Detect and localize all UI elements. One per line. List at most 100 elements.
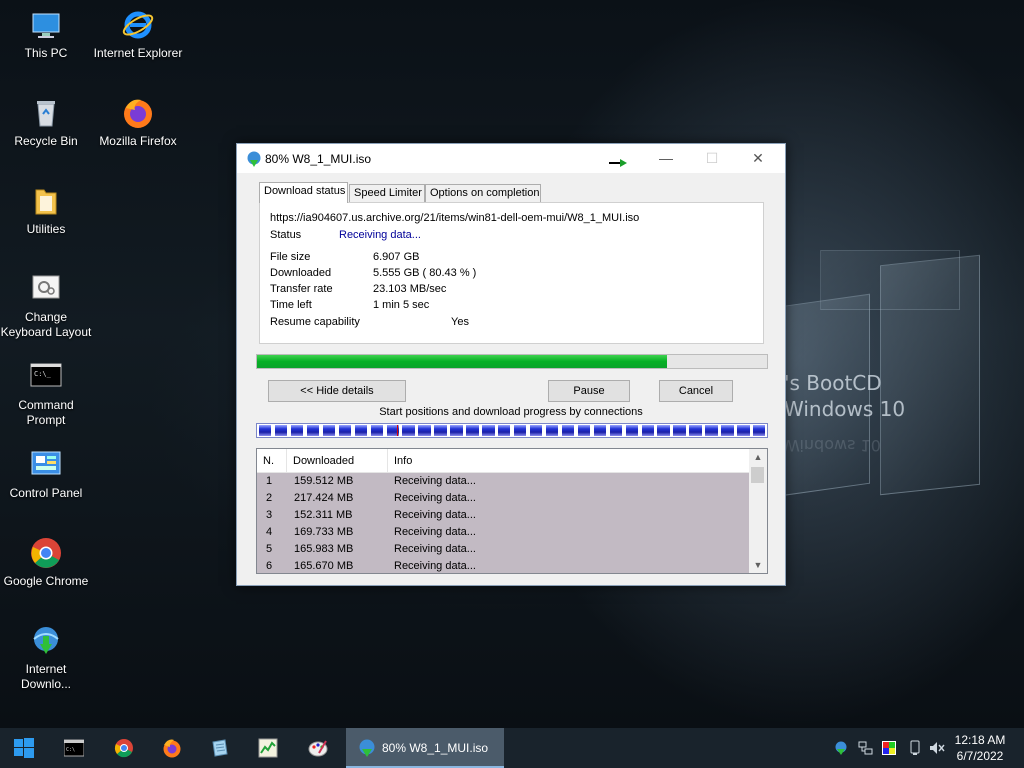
download-progress-window[interactable]: 80% W8_1_MUI.iso — ☐ ✕ Download status S… bbox=[236, 143, 786, 586]
connection-segment bbox=[482, 425, 495, 436]
connection-segment bbox=[737, 425, 750, 436]
downloaded-value: 5.555 GB ( 80.43 % ) bbox=[373, 267, 477, 279]
svg-text:C:\: C:\ bbox=[66, 747, 75, 753]
taskbar-notepad[interactable] bbox=[196, 728, 244, 768]
connection-segment bbox=[498, 425, 511, 436]
desktop-icon-command-prompt[interactable]: C:\_ Command Prompt bbox=[0, 360, 92, 428]
display-icon[interactable] bbox=[907, 740, 923, 756]
connection-segment bbox=[338, 425, 352, 436]
tab-speed-limiter[interactable]: Speed Limiter bbox=[349, 184, 425, 202]
column-header-info[interactable]: Info bbox=[388, 449, 749, 473]
download-progress-bar bbox=[256, 354, 768, 369]
command-prompt-icon: C:\ bbox=[64, 739, 84, 757]
connection-row[interactable]: 4 169.733 MB Receiving data... bbox=[257, 524, 749, 541]
internet-explorer-icon bbox=[121, 8, 155, 42]
connection-segment bbox=[721, 425, 734, 436]
connection-segment bbox=[609, 425, 623, 436]
connection-row[interactable]: 6 165.670 MB Receiving data... bbox=[257, 558, 749, 573]
column-header-downloaded[interactable]: Downloaded bbox=[287, 449, 388, 473]
taskbar-chrome[interactable] bbox=[100, 728, 148, 768]
resume-capability-label: Resume capability bbox=[270, 316, 360, 328]
desktop-icon-control-panel[interactable]: Control Panel bbox=[0, 448, 92, 501]
cancel-button[interactable]: Cancel bbox=[659, 380, 733, 402]
file-size-label: File size bbox=[270, 251, 311, 263]
scrollbar-thumb[interactable] bbox=[751, 467, 764, 483]
chrome-icon bbox=[114, 739, 133, 758]
pause-button[interactable]: Pause bbox=[548, 380, 630, 402]
taskbar-app-label: 80% W8_1_MUI.iso bbox=[382, 741, 489, 755]
maximize-button[interactable]: ☐ bbox=[689, 144, 735, 173]
connections-scrollbar[interactable]: ▲ ▼ bbox=[749, 449, 767, 573]
scroll-up-icon[interactable]: ▲ bbox=[749, 449, 767, 465]
tab-options-on-completion[interactable]: Options on completion bbox=[425, 184, 541, 202]
connection-segment bbox=[466, 425, 479, 436]
connection-row[interactable]: 5 165.983 MB Receiving data... bbox=[257, 541, 749, 558]
notepad-icon bbox=[212, 739, 228, 757]
command-prompt-icon: C:\_ bbox=[29, 360, 63, 394]
download-status-panel: https://ia904607.us.archive.org/21/items… bbox=[259, 202, 764, 344]
desktop-icon-mozilla-firefox[interactable]: Mozilla Firefox bbox=[92, 96, 184, 149]
time-left-label: Time left bbox=[270, 299, 312, 311]
start-button[interactable] bbox=[0, 728, 48, 768]
this-pc-icon bbox=[29, 8, 63, 42]
idm-tray-icon[interactable] bbox=[833, 740, 849, 756]
taskbar-command-prompt[interactable]: C:\ bbox=[50, 728, 98, 768]
connections-progress-bar bbox=[256, 423, 768, 438]
taskbar-paint[interactable] bbox=[294, 728, 342, 768]
paint-icon bbox=[308, 740, 328, 757]
connection-row[interactable]: 2 217.424 MB Receiving data... bbox=[257, 490, 749, 507]
desktop-icon-internet-download-manager[interactable]: Internet Downlo... bbox=[0, 624, 92, 692]
window-title: 80% W8_1_MUI.iso bbox=[265, 152, 372, 166]
taskbar-task-manager[interactable] bbox=[244, 728, 292, 768]
connection-segment bbox=[561, 425, 575, 436]
chrome-icon bbox=[29, 536, 63, 570]
recycle-bin-icon bbox=[29, 96, 63, 130]
connection-segment bbox=[306, 425, 320, 436]
transfer-rate-label: Transfer rate bbox=[270, 283, 333, 295]
desktop-icon-utilities[interactable]: Utilities bbox=[0, 184, 92, 237]
connection-start-marker bbox=[397, 425, 399, 436]
close-button[interactable]: ✕ bbox=[735, 144, 781, 173]
connection-segment bbox=[450, 425, 463, 436]
window-title-bar[interactable]: 80% W8_1_MUI.iso — ☐ ✕ bbox=[237, 144, 785, 173]
file-size-value: 6.907 GB bbox=[373, 251, 420, 263]
connections-list-header: N. Downloaded Info bbox=[257, 449, 749, 473]
wallpaper-text: 's BootCD Windows 10 bbox=[784, 371, 906, 421]
connection-segment bbox=[322, 425, 336, 436]
column-header-number[interactable]: N. bbox=[257, 449, 287, 473]
minimize-button[interactable]: — bbox=[643, 144, 689, 173]
connections-list[interactable]: N. Downloaded Info 1 159.512 MB Receivin… bbox=[256, 448, 768, 574]
desktop-icon-change-keyboard-layout[interactable]: Change Keyboard Layout bbox=[0, 272, 92, 340]
folder-icon bbox=[29, 184, 63, 218]
desktop-icon-this-pc[interactable]: This PC bbox=[0, 8, 92, 61]
connection-row[interactable]: 3 152.311 MB Receiving data... bbox=[257, 507, 749, 524]
connection-segment bbox=[593, 425, 607, 436]
connections-list-body: 1 159.512 MB Receiving data... 2 217.424… bbox=[257, 473, 749, 573]
svg-text:C:\_: C:\_ bbox=[34, 370, 52, 378]
taskbar-idm-download-window[interactable]: 80% W8_1_MUI.iso bbox=[346, 728, 504, 768]
connection-segment bbox=[641, 425, 654, 436]
taskbar-firefox[interactable] bbox=[148, 728, 196, 768]
firefox-icon bbox=[121, 96, 155, 130]
desktop-icon-recycle-bin[interactable]: Recycle Bin bbox=[0, 96, 92, 149]
idm-icon bbox=[29, 624, 63, 658]
taskbar: C:\ 80% W8_1_MUI.iso 12:18 AM 6/7/2022 bbox=[0, 728, 1024, 768]
connection-row[interactable]: 1 159.512 MB Receiving data... bbox=[257, 473, 749, 490]
network-icon[interactable] bbox=[857, 740, 873, 756]
connection-segment bbox=[370, 425, 383, 436]
desktop-icon-internet-explorer[interactable]: Internet Explorer bbox=[92, 8, 184, 61]
scroll-down-icon[interactable]: ▼ bbox=[749, 557, 767, 573]
desktop-icon-google-chrome[interactable]: Google Chrome bbox=[0, 536, 92, 589]
wallpaper-reflection: Windows 10 bbox=[784, 436, 881, 455]
status-value: Receiving data... bbox=[339, 229, 421, 241]
tab-download-status[interactable]: Download status bbox=[259, 182, 348, 203]
time-left-value: 1 min 5 sec bbox=[373, 299, 430, 311]
connection-segment bbox=[418, 425, 431, 436]
connection-segment bbox=[657, 425, 670, 436]
connection-segment bbox=[402, 425, 415, 436]
hide-details-button[interactable]: << Hide details bbox=[268, 380, 406, 402]
color-picker-icon[interactable] bbox=[881, 740, 897, 756]
taskbar-clock[interactable]: 12:18 AM 6/7/2022 bbox=[940, 732, 1020, 764]
connection-segment bbox=[514, 425, 527, 436]
idm-icon bbox=[245, 150, 263, 168]
